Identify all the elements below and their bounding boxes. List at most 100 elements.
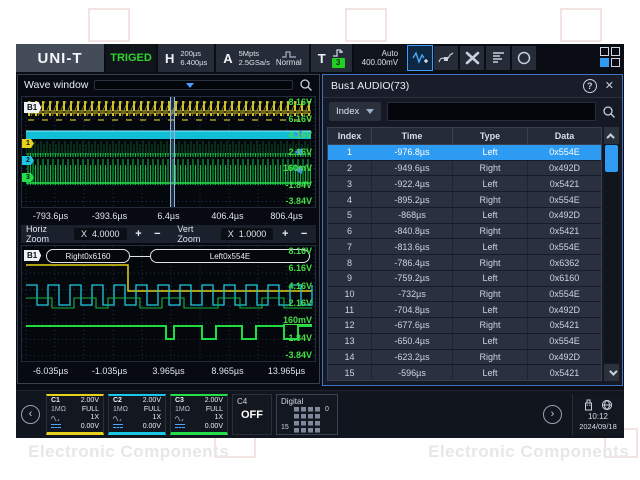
digital-channels-box[interactable]: Digital 0 15	[276, 394, 338, 435]
vert-zoom-out-button[interactable]: −	[297, 227, 311, 241]
overview-waveforms	[22, 97, 315, 207]
cell-index: 8	[328, 255, 372, 270]
digital-label: Digital	[281, 397, 303, 406]
volt-label: 6.16V	[288, 264, 312, 273]
scroll-down-button[interactable]	[604, 364, 619, 381]
digital-first-channel: 0	[325, 406, 329, 413]
dc-coupling-icon	[113, 424, 123, 429]
cell-data: 0x5421	[528, 176, 601, 191]
table-row[interactable]: 3-922.4µsLeft0x5421	[328, 176, 601, 192]
bus-idle-line	[130, 256, 150, 257]
navigator-position-caret[interactable]	[186, 83, 194, 92]
h-label: H	[165, 51, 174, 66]
table-row[interactable]: 9-759.2µsLeft0x6160	[328, 271, 601, 287]
close-button[interactable]: ✕	[605, 81, 614, 92]
deskew-icon	[465, 51, 480, 65]
table-row[interactable]: 10-732µsRight0x554E	[328, 287, 601, 303]
horizontal-settings-button[interactable]: H 200µs 6.400µs	[158, 44, 214, 72]
volt-label: 8.16V	[288, 98, 312, 107]
horiz-zoom-in-button[interactable]: +	[132, 227, 146, 241]
channel-2-box[interactable]: C22.00V 1MΩFULL 1X 0.00V	[108, 394, 166, 435]
display-layout-button[interactable]	[600, 47, 622, 69]
table-row[interactable]: 13-650.4µsLeft0x554E	[328, 334, 601, 350]
channel-4-box[interactable]: C4 OFF	[232, 394, 272, 435]
acquire-settings-button[interactable]: A 5Mpts 2.5GSa/s Normal	[216, 44, 308, 72]
overview-chart[interactable]: B1 1 2 3 8.16V6.16V4.16V2.16V160mV-1.84V…	[21, 96, 316, 208]
search-field-dropdown[interactable]: Index	[329, 102, 381, 121]
table-row[interactable]: 7-813.6µsLeft0x554E	[328, 239, 601, 255]
table-row[interactable]: 11-704.8µsLeft0x492D	[328, 302, 601, 318]
cell-index: 12	[328, 318, 372, 333]
horiz-zoom-out-button[interactable]: −	[150, 227, 164, 241]
cell-type: Right	[453, 224, 528, 239]
volt-label: 160mV	[283, 164, 312, 173]
chevron-up-icon	[606, 133, 614, 141]
zoom-chart[interactable]: B1 Right0x6160 Left0x554E 8.16V6.16V4.16…	[21, 245, 316, 362]
waveform-navigator[interactable]	[94, 80, 293, 90]
trigger-source-badge: 3	[332, 58, 345, 68]
cell-time: -596µs	[372, 365, 453, 380]
scroll-up-button[interactable]	[604, 127, 619, 144]
bus-table-body: 1-976.8µsLeft0x554E2-949.6µsRight0x492D3…	[328, 145, 601, 380]
cell-index: 15	[328, 365, 372, 380]
cell-type: Right	[453, 192, 528, 207]
help-button[interactable]: ?	[583, 79, 597, 93]
cell-index: 4	[328, 192, 372, 207]
table-row[interactable]: 8-786.4µsRight0x6362	[328, 255, 601, 271]
time-label: -6.035µs	[21, 366, 80, 376]
cell-index: 10	[328, 287, 372, 302]
cell-data: 0x554E	[528, 239, 601, 254]
zoom-region-cursor[interactable]	[170, 97, 175, 207]
scrollbar-thumb[interactable]	[605, 145, 618, 172]
watermark-text: Electronic Components	[428, 442, 629, 462]
vert-zoom-value[interactable]: X 1.0000	[221, 228, 274, 240]
table-search-icon[interactable]	[602, 105, 616, 119]
table-header-row: Index Time Type Data	[328, 128, 601, 145]
search-tool-button[interactable]	[512, 46, 536, 70]
table-row[interactable]: 2-949.6µsRight0x492D	[328, 161, 601, 177]
collapse-left-button[interactable]: ‹	[21, 405, 40, 424]
watermark-logo-box	[88, 8, 130, 42]
horiz-zoom-value[interactable]: X 4.0000	[74, 228, 127, 240]
bus-search-input[interactable]	[387, 102, 596, 121]
table-row[interactable]: 12-677.6µsRight0x5421	[328, 318, 601, 334]
system-status-box[interactable]: 10:12 2024/09/18	[572, 394, 623, 435]
cell-type: Left	[453, 302, 528, 317]
time-label: 806.4µs	[257, 211, 316, 221]
overview-volt-labels: 8.16V6.16V4.16V2.16V160mV-1.84V-3.84V	[283, 98, 312, 206]
table-row[interactable]: 1-976.8µsLeft0x554E	[328, 145, 601, 161]
a-label: A	[223, 51, 232, 66]
cell-time: -922.4µs	[372, 176, 453, 191]
trigger-mode-value: Auto	[382, 49, 398, 59]
cell-index: 11	[328, 302, 372, 317]
levels-tool-button[interactable]	[486, 46, 510, 70]
channel-1-box[interactable]: C12.00V 1MΩFULL 1X 0.00V	[46, 394, 104, 435]
channel-name: C4	[237, 397, 267, 406]
table-row[interactable]: 6-840.8µsRight0x5421	[328, 224, 601, 240]
channel-name: C2	[113, 397, 122, 406]
bus-decode-panel: Bus1 AUDIO(73) ? ✕ Index Index Time Type…	[322, 74, 623, 386]
cell-type: Right	[453, 318, 528, 333]
measure-tool-button[interactable]	[434, 46, 458, 70]
table-row[interactable]: 15-596µsLeft0x5421	[328, 365, 601, 380]
expand-right-button[interactable]: ›	[543, 405, 562, 424]
cell-type: Right	[453, 161, 528, 176]
cell-data: 0x492D	[528, 208, 601, 223]
channel-3-box[interactable]: C32.00V 1MΩFULL 1X 0.00V	[170, 394, 228, 435]
vert-zoom-in-button[interactable]: +	[278, 227, 292, 241]
scrollbar-track[interactable]	[604, 145, 619, 363]
overview-time-labels: -793.6µs-393.6µs6.4µs406.4µs806.4µs	[21, 208, 316, 223]
zoom-search-icon[interactable]	[299, 78, 313, 92]
channel-offset: 0.00V	[205, 423, 223, 432]
table-row[interactable]: 14-623.2µsRight0x492D	[328, 350, 601, 366]
deskew-tool-button[interactable]	[460, 46, 484, 70]
trigger-mode-readout[interactable]: Auto 400.00mV	[354, 44, 406, 72]
wave-window-tool-button[interactable]	[408, 46, 432, 70]
volt-label: 4.16V	[288, 131, 312, 140]
table-row[interactable]: 5-868µsLeft0x492D	[328, 208, 601, 224]
column-header-data: Data	[528, 128, 601, 144]
cell-data: 0x554E	[528, 145, 601, 160]
trigger-settings-button[interactable]: T 3	[311, 44, 352, 72]
digital-last-channel: 15	[281, 424, 289, 431]
table-row[interactable]: 4-895.2µsRight0x554E	[328, 192, 601, 208]
